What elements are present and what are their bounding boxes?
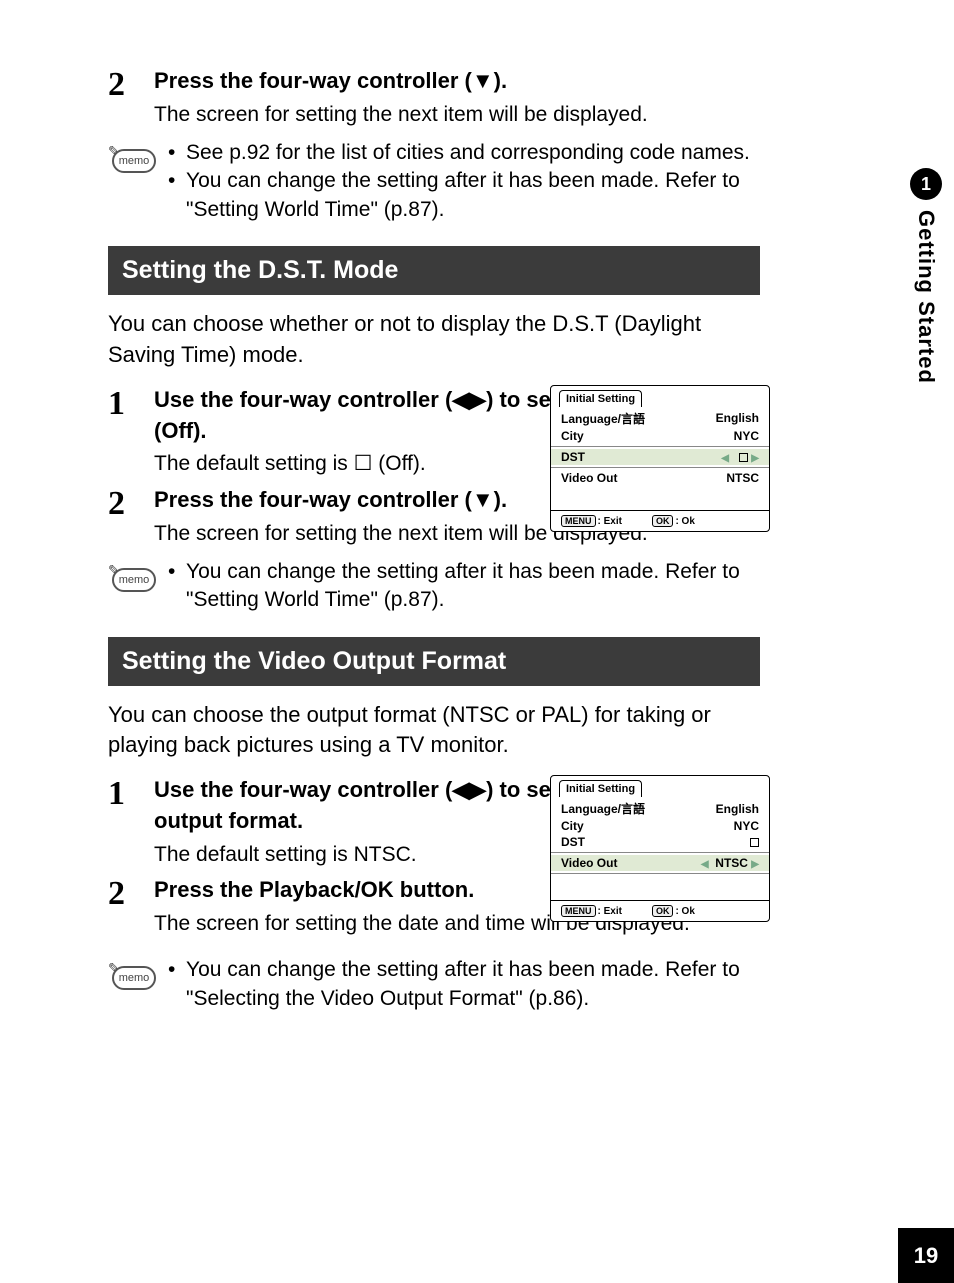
step-description: The screen for setting the next item wil… — [154, 101, 760, 129]
lcd-label: City — [561, 429, 584, 443]
lcd-label: Video Out — [561, 856, 617, 870]
lcd-footer-text: : Exit — [598, 516, 622, 527]
side-tab: 1 Getting Started 19 — [898, 0, 954, 1283]
step-number: 2 — [108, 485, 154, 521]
memo-text: See p.92 for the list of cities and corr… — [186, 139, 750, 167]
chapter-marker: 1 Getting Started — [910, 168, 942, 384]
down-arrow-icon: ▼ — [472, 487, 494, 512]
memo-label: memo — [112, 149, 156, 173]
lcd-value: NTSC — [715, 856, 748, 870]
section-heading-dst: Setting the D.S.T. Mode — [108, 246, 760, 295]
memo-icon: ✎ memo — [108, 143, 158, 177]
step-heading: Press the four-way controller (▼). — [154, 66, 760, 97]
lcd-value-dst: ◀ ▶ — [721, 450, 759, 464]
step-head-prefix: Press the four-way controller ( — [154, 487, 472, 512]
menu-button-icon: MENU — [561, 905, 596, 917]
ok-button-icon: OK — [652, 515, 674, 527]
lcd-footer-text: : Ok — [675, 906, 694, 917]
lcd-footer-text: : Ok — [675, 516, 694, 527]
lcd-value: English — [716, 802, 759, 816]
lcd-label: Language/言語 — [561, 800, 645, 817]
memo-text: You can change the setting after it has … — [186, 167, 760, 224]
ok-button-icon: OK — [652, 905, 674, 917]
memo-label: memo — [112, 966, 156, 990]
step-number: 2 — [108, 875, 154, 911]
memo-block-1: ✎ memo •See p.92 for the list of cities … — [108, 139, 760, 224]
chapter-number-chip: 1 — [910, 168, 942, 200]
memo-text: You can change the setting after it has … — [186, 558, 760, 615]
page-content: 2 Press the four-way controller (▼). The… — [0, 0, 760, 1013]
memo-label: memo — [112, 568, 156, 592]
down-arrow-icon: ▼ — [472, 68, 494, 93]
lcd-value-dst — [750, 835, 759, 849]
memo-icon: ✎ memo — [108, 960, 158, 994]
memo-text: You can change the setting after it has … — [186, 956, 760, 1013]
section-intro: You can choose whether or not to display… — [108, 309, 760, 371]
lcd-label: DST — [561, 835, 585, 849]
section-intro: You can choose the output format (NTSC o… — [108, 700, 760, 762]
chapter-title: Getting Started — [913, 210, 939, 384]
step-number: 1 — [108, 775, 154, 811]
step-head-suffix: ). — [494, 487, 507, 512]
lcd-tab: Initial Setting — [559, 390, 642, 407]
lcd-label: DST — [561, 450, 585, 464]
memo-block-3: ✎ memo •You can change the setting after… — [108, 956, 760, 1013]
lcd-value-video: ◀ NTSC ▶ — [701, 856, 759, 870]
lcd-label: Video Out — [561, 471, 617, 485]
lcd-value: NTSC — [726, 471, 759, 485]
section-heading-video: Setting the Video Output Format — [108, 637, 760, 686]
lcd-footer-text: : Exit — [598, 906, 622, 917]
menu-button-icon: MENU — [561, 515, 596, 527]
step-head-prefix: Press the four-way controller ( — [154, 68, 472, 93]
memo-block-2: ✎ memo •You can change the setting after… — [108, 558, 760, 615]
lcd-screenshot-dst: Initial Setting Language/言語 English City N… — [550, 385, 770, 532]
lcd-value: English — [716, 411, 759, 425]
lcd-value: NYC — [734, 819, 759, 833]
page-number: 19 — [898, 1228, 954, 1283]
step-number: 2 — [108, 66, 154, 102]
lcd-label: City — [561, 819, 584, 833]
lcd-tab: Initial Setting — [559, 780, 642, 797]
step-intro-2: 2 Press the four-way controller (▼). The… — [108, 66, 760, 129]
lcd-value: NYC — [734, 429, 759, 443]
lcd-screenshot-video: Initial Setting Language/言語 English City N… — [550, 775, 770, 922]
lcd-label: Language/言語 — [561, 410, 645, 427]
memo-icon: ✎ memo — [108, 562, 158, 596]
step-number: 1 — [108, 385, 154, 421]
step-head-suffix: ). — [494, 68, 507, 93]
